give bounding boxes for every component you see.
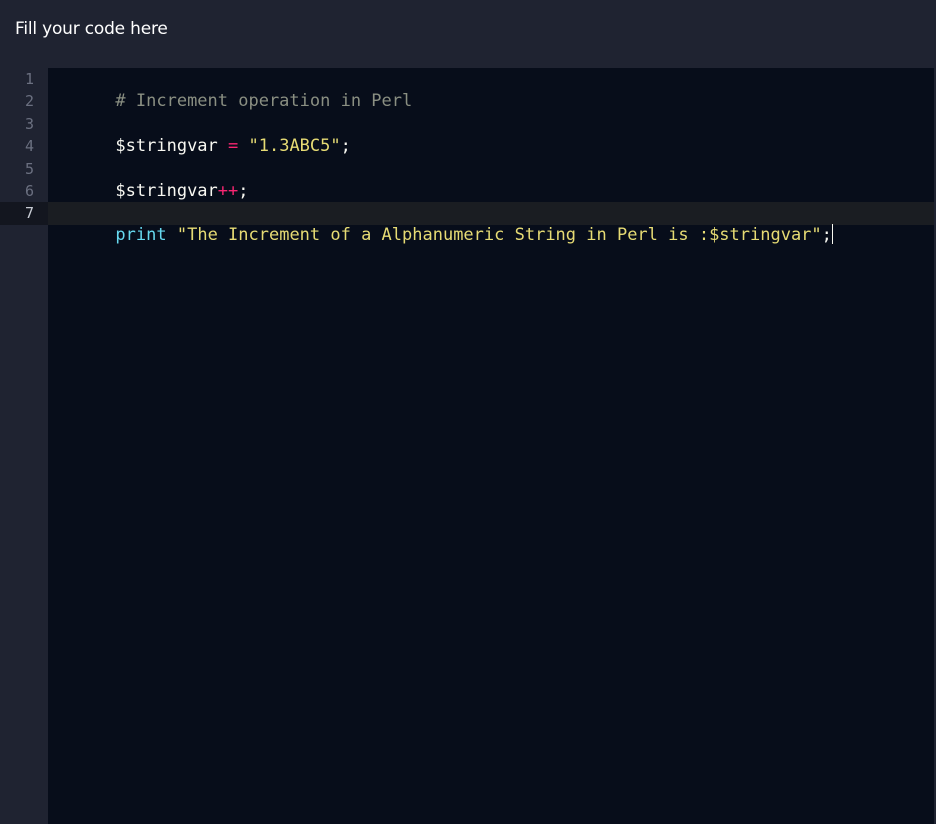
line-number-active: 7 xyxy=(24,204,34,222)
code-operator: = xyxy=(217,136,249,156)
code-punctuation: ; xyxy=(821,225,832,245)
code-punctuation: ; xyxy=(340,136,351,156)
line-number-gutter: 1 2 3 4 5 6 7 xyxy=(0,68,48,824)
line-number: 3 xyxy=(24,115,34,133)
text-cursor xyxy=(831,224,833,244)
code-string: "The Increment of a Alphanumeric String … xyxy=(176,225,822,245)
code-operator: ++ xyxy=(217,181,239,201)
code-variable: $stringvar xyxy=(115,136,218,156)
code-punctuation: ; xyxy=(238,181,249,201)
page-title: Fill your code here xyxy=(15,19,168,39)
line-number: 6 xyxy=(24,182,34,200)
header: Fill your code here xyxy=(0,0,936,68)
code-line-7[interactable]: print "The Increment of a Alphanumeric S… xyxy=(54,202,833,268)
line-number: 2 xyxy=(24,92,34,110)
code-text-area[interactable]: # Increment operation in Perl $stringvar… xyxy=(48,68,934,824)
line-number: 5 xyxy=(24,160,34,178)
code-string: "1.3ABC5" xyxy=(248,136,341,156)
line-number: 1 xyxy=(24,70,34,88)
code-variable: $stringvar xyxy=(115,181,218,201)
line-number: 4 xyxy=(24,137,34,155)
code-keyword: print xyxy=(115,225,167,245)
code-comment: # Increment operation in Perl xyxy=(115,91,413,111)
code-editor[interactable]: 1 2 3 4 5 6 7 # Increment operation in P… xyxy=(0,68,934,824)
